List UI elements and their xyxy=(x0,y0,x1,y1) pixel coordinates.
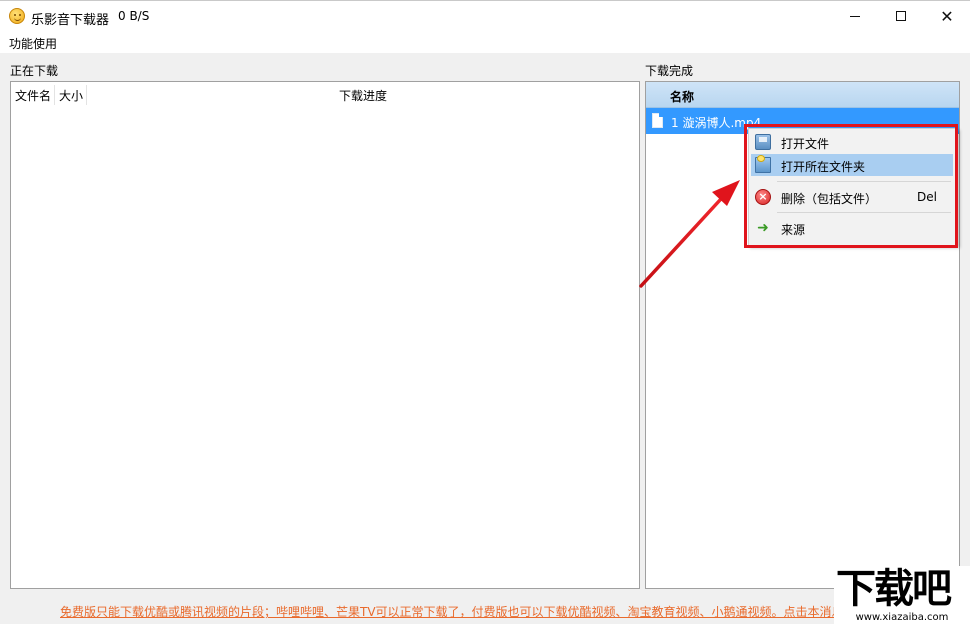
title-bar: 乐影音下载器 0 B/S ✕ xyxy=(0,0,970,31)
upgrade-notice-link[interactable]: 免费版只能下载优酷或腾讯视频的片段；哔哩哔哩、芒果TV可以正常下载了，付费版也可… xyxy=(60,603,840,620)
column-name[interactable]: 名称 xyxy=(670,88,694,105)
file-icon xyxy=(652,113,663,128)
window-title: 乐影音下载器 xyxy=(31,13,110,28)
completed-label: 下载完成 xyxy=(645,64,694,78)
maximize-icon xyxy=(896,11,906,21)
column-progress[interactable]: 下载进度 xyxy=(339,87,387,104)
downloading-list[interactable]: 文件名 大小 下载进度 xyxy=(10,81,640,589)
close-icon: ✕ xyxy=(940,7,954,26)
downloading-list-header: 文件名 大小 下载进度 xyxy=(11,82,639,106)
watermark-url: www.xiazaiba.com xyxy=(855,612,949,623)
column-divider[interactable] xyxy=(86,85,87,105)
column-filename[interactable]: 文件名 xyxy=(15,87,51,104)
column-divider[interactable] xyxy=(54,85,55,105)
close-button[interactable]: ✕ xyxy=(924,1,970,32)
app-smiley-icon xyxy=(9,8,25,24)
annotation-highlight-box xyxy=(744,124,958,248)
menu-item-features[interactable]: 功能使用 xyxy=(9,35,57,52)
downloading-label: 正在下载 xyxy=(10,64,59,78)
minimize-icon xyxy=(850,15,860,17)
column-size[interactable]: 大小 xyxy=(59,87,83,104)
menu-bar: 功能使用 xyxy=(0,31,970,53)
minimize-button[interactable] xyxy=(832,1,878,32)
download-speed: 0 B/S xyxy=(118,9,150,23)
completed-list-header: 名称 xyxy=(646,82,959,108)
watermark-logo: 下载吧 www.xiazaiba.com xyxy=(834,566,970,624)
maximize-button[interactable] xyxy=(878,1,924,32)
watermark-text: 下载吧 xyxy=(836,566,952,612)
